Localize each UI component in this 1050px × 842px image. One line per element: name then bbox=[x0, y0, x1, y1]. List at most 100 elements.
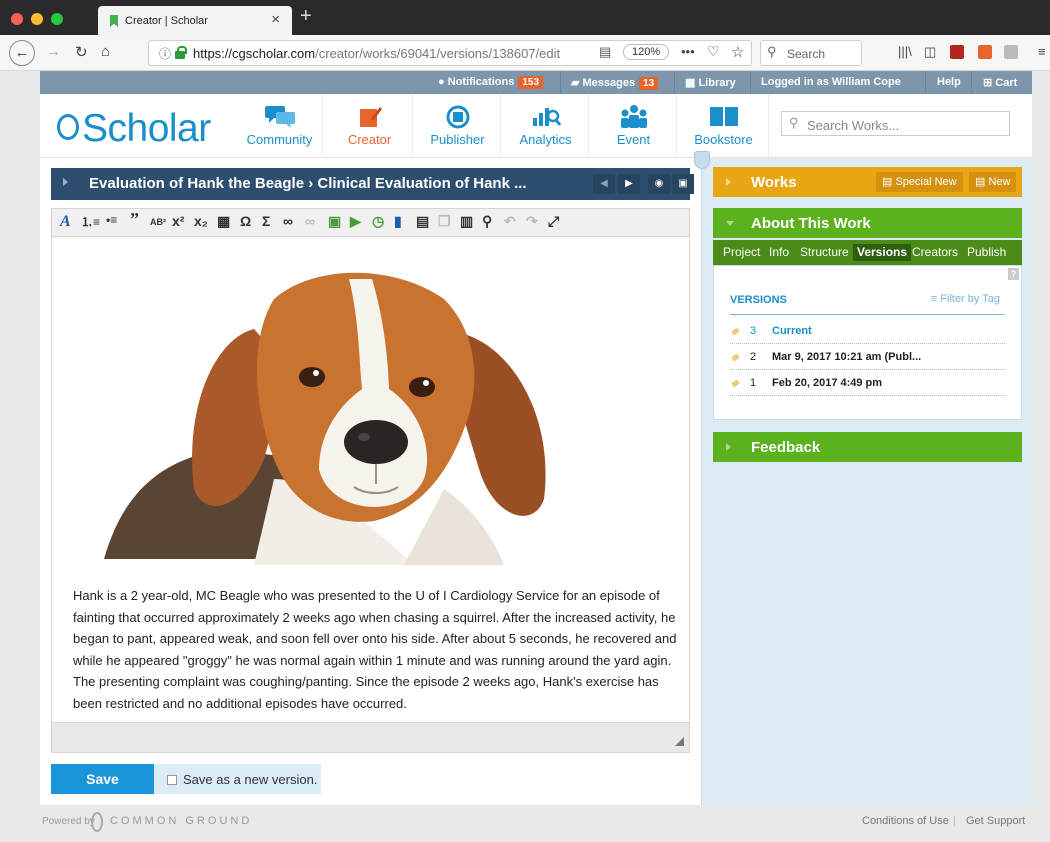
insert-dataset-icon[interactable]: ▤ bbox=[416, 213, 429, 230]
superscript-icon[interactable]: x² bbox=[172, 213, 184, 229]
insert-file-icon[interactable]: ▮ bbox=[394, 213, 402, 230]
tab-project[interactable]: Project bbox=[719, 244, 764, 261]
editor-content[interactable]: Hank is a 2 year-old, MC Beagle who was … bbox=[51, 236, 690, 723]
version-row[interactable]: 1 Feb 20, 2017 4:49 pm bbox=[730, 370, 1005, 396]
blockquote-icon[interactable]: ” bbox=[130, 209, 139, 230]
link-icon[interactable]: ∞ bbox=[283, 213, 293, 229]
feedback-panel-header[interactable]: Feedback bbox=[713, 432, 1022, 462]
browser-toolbar: ← → ↻ ⌂ ⓘ https://cgscholar.com/creator/… bbox=[0, 35, 1050, 71]
get-support-link[interactable]: Get Support bbox=[966, 815, 1025, 827]
pocket-icon[interactable]: ♡ bbox=[707, 43, 720, 60]
new-button[interactable]: ▤ New bbox=[969, 172, 1017, 192]
copy-icon[interactable]: ❐ bbox=[438, 213, 451, 230]
back-icon[interactable]: ← bbox=[9, 40, 35, 66]
special-character-icon[interactable]: Ω bbox=[240, 213, 251, 229]
font-style-icon[interactable]: A bbox=[60, 213, 71, 231]
more-actions-icon[interactable]: ••• bbox=[681, 44, 695, 59]
save-new-version-checkbox[interactable] bbox=[167, 775, 177, 785]
bookmark-star-icon[interactable]: ☆ bbox=[731, 43, 744, 61]
home-icon[interactable]: ⌂ bbox=[101, 43, 110, 60]
nav-publisher[interactable]: Publisher bbox=[415, 94, 501, 157]
scholar-logo[interactable]: Scholar bbox=[57, 107, 211, 151]
nav-label: Publisher bbox=[430, 132, 485, 147]
new-tab-icon[interactable]: + bbox=[300, 5, 312, 28]
unlink-icon[interactable]: ∞ bbox=[305, 213, 315, 229]
sc-extension-icon[interactable] bbox=[978, 45, 992, 59]
superscript-text-icon[interactable]: AB² bbox=[150, 217, 166, 227]
prev-section-icon[interactable]: ◀ bbox=[593, 174, 615, 194]
insert-media-icon[interactable]: ▶ bbox=[350, 213, 361, 230]
help-link[interactable]: Help bbox=[937, 76, 961, 88]
nav-creator[interactable]: Creator bbox=[327, 94, 413, 157]
filter-by-tag-link[interactable]: ≡ Filter by Tag bbox=[931, 293, 1000, 305]
editor-toolbar: A ⒈≡ •≡ ” AB² x² x₂ ▦ Ω Σ ∞ ∞ ▣ ▶ ◷ ▮ ▤ … bbox=[51, 208, 690, 236]
tab-structure[interactable]: Structure bbox=[796, 244, 853, 261]
ordered-list-icon[interactable]: ⒈≡ bbox=[81, 213, 100, 230]
find-icon[interactable]: ⚲ bbox=[482, 213, 492, 230]
nav-bookstore[interactable]: Bookstore bbox=[679, 94, 769, 157]
zoom-level[interactable]: 120% bbox=[623, 44, 670, 60]
minimize-window-button[interactable] bbox=[31, 13, 43, 25]
tab-publish[interactable]: Publish bbox=[963, 244, 1010, 261]
resize-handle-icon[interactable] bbox=[675, 737, 684, 746]
body-paragraph[interactable]: Hank is a 2 year-old, MC Beagle who was … bbox=[73, 585, 677, 715]
fullscreen-icon[interactable]: ⤢ bbox=[548, 213, 559, 230]
extension-icon[interactable] bbox=[1004, 45, 1018, 59]
unordered-list-icon[interactable]: •≡ bbox=[106, 213, 117, 227]
insert-image-icon[interactable]: ▣ bbox=[328, 213, 341, 230]
print-icon[interactable]: ▣ bbox=[672, 174, 694, 194]
tag-icon[interactable] bbox=[731, 327, 740, 336]
special-new-button[interactable]: ▤ Special New bbox=[876, 172, 963, 192]
expand-arrow-icon[interactable] bbox=[63, 178, 68, 186]
help-icon[interactable]: ? bbox=[1008, 268, 1019, 280]
tag-icon[interactable] bbox=[731, 379, 740, 388]
redo-icon[interactable]: ↷ bbox=[526, 213, 538, 230]
forward-icon[interactable]: → bbox=[46, 43, 61, 60]
close-tab-icon[interactable]: × bbox=[271, 11, 280, 28]
search-works-input[interactable]: ⚲ Search Works... bbox=[781, 111, 1010, 136]
tag-icon[interactable] bbox=[731, 353, 740, 362]
notifications-link[interactable]: ● Notifications 153 bbox=[438, 76, 544, 89]
tab-info[interactable]: Info bbox=[765, 244, 793, 261]
tab-creators[interactable]: Creators bbox=[908, 244, 962, 261]
about-panel-header[interactable]: About This Work bbox=[713, 208, 1022, 238]
save-new-version-option[interactable]: Save as a new version. bbox=[154, 764, 321, 794]
url-bar[interactable]: ⓘ https://cgscholar.com/creator/works/69… bbox=[148, 40, 752, 66]
cart-link[interactable]: ⊞ Cart bbox=[983, 76, 1017, 89]
library-link[interactable]: ▦ Library bbox=[685, 76, 736, 89]
user-menu[interactable]: Logged in as William Cope bbox=[761, 76, 901, 88]
paste-icon[interactable]: ▥ bbox=[460, 213, 473, 230]
preview-eye-icon[interactable]: ◉ bbox=[648, 174, 670, 194]
pdf-extension-icon[interactable] bbox=[950, 45, 964, 59]
library-icon[interactable]: |||\ bbox=[898, 44, 912, 59]
conditions-of-use-link[interactable]: Conditions of Use bbox=[862, 815, 949, 827]
equation-icon[interactable]: Σ bbox=[262, 213, 270, 229]
nav-analytics[interactable]: Analytics bbox=[503, 94, 589, 157]
nav-community[interactable]: Community bbox=[237, 94, 323, 157]
browser-title-bar: Creator | Scholar × + bbox=[0, 0, 1050, 35]
reload-icon[interactable]: ↻ bbox=[75, 43, 88, 61]
menu-icon[interactable]: ≡ bbox=[1038, 44, 1046, 59]
editor-status-bar bbox=[51, 723, 690, 753]
subscript-icon[interactable]: x₂ bbox=[194, 213, 208, 229]
browser-tab[interactable]: Creator | Scholar × bbox=[98, 6, 292, 35]
messages-link[interactable]: ▰ Messages 13 bbox=[571, 76, 659, 90]
close-window-button[interactable] bbox=[11, 13, 23, 25]
save-button[interactable]: Save bbox=[51, 764, 154, 794]
nav-event[interactable]: Event bbox=[591, 94, 677, 157]
browser-search-box[interactable]: ⚲ Search bbox=[760, 40, 862, 66]
version-row[interactable]: 3 Current bbox=[730, 318, 1005, 344]
info-icon[interactable]: ⓘ bbox=[159, 45, 171, 62]
version-row[interactable]: 2 Mar 9, 2017 10:21 am (Publ... bbox=[730, 344, 1005, 370]
save-new-version-label[interactable]: Save as a new version. bbox=[183, 772, 317, 787]
next-section-icon[interactable]: ▶ bbox=[618, 174, 640, 194]
works-panel-header[interactable]: Works ▤ Special New ▤ New bbox=[713, 167, 1022, 197]
insert-video-icon[interactable]: ◷ bbox=[372, 213, 384, 230]
tab-versions[interactable]: Versions bbox=[853, 244, 912, 261]
maximize-window-button[interactable] bbox=[51, 13, 63, 25]
undo-icon[interactable]: ↶ bbox=[504, 213, 516, 230]
panel-toggle-handle[interactable] bbox=[694, 151, 710, 169]
reader-view-icon[interactable]: ▤ bbox=[599, 44, 611, 60]
table-icon[interactable]: ▦ bbox=[217, 213, 230, 230]
sidebar-icon[interactable]: ◫ bbox=[924, 44, 936, 60]
